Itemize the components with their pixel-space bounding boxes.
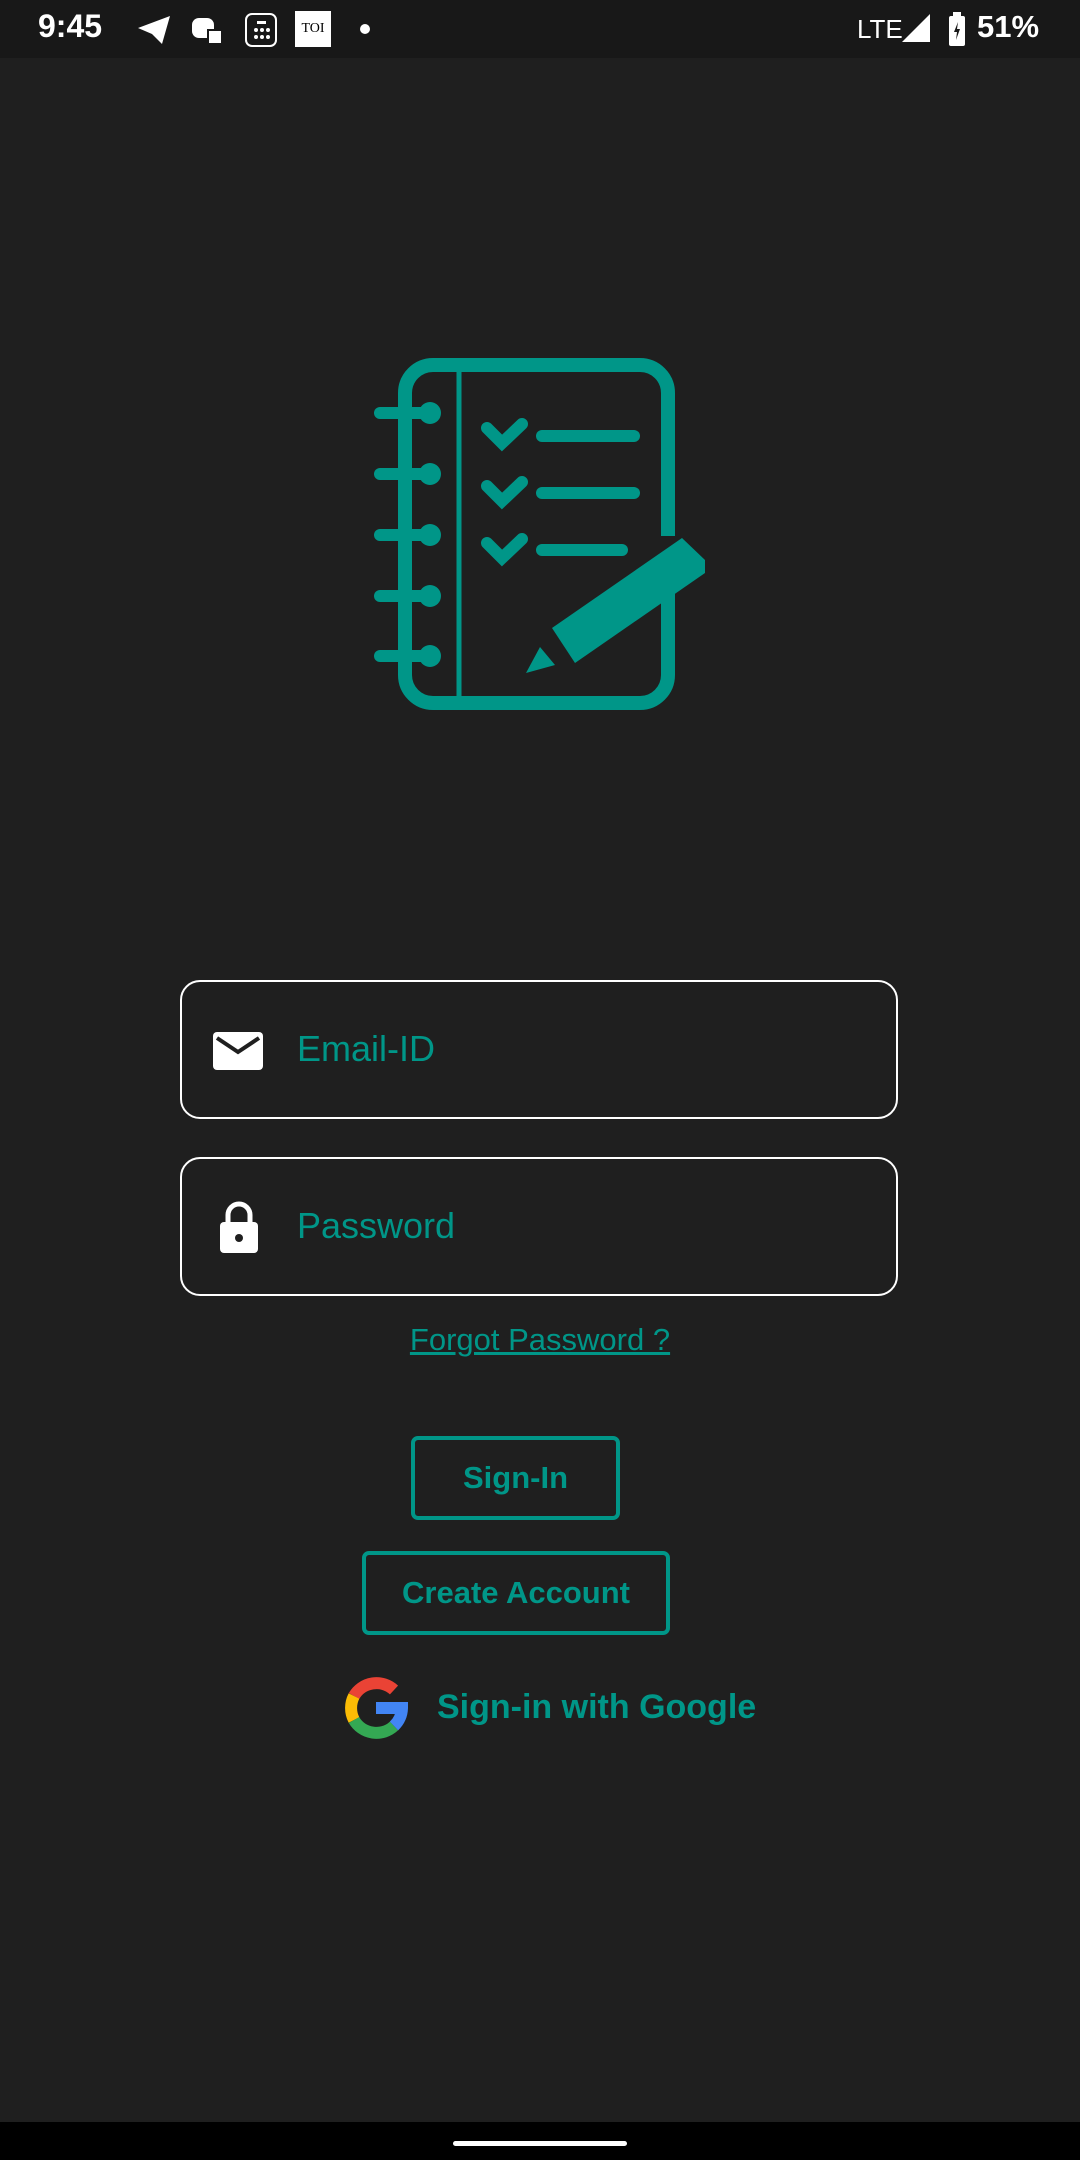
sign-in-button[interactable]: Sign-In [411, 1436, 620, 1520]
email-placeholder: Email-ID [297, 1028, 436, 1069]
mail-icon [213, 1032, 263, 1070]
network-type: LTE [857, 14, 903, 44]
status-bar: 9:45 TOI LTE 51% [0, 0, 1080, 58]
email-input[interactable]: Email-ID [180, 980, 898, 1119]
google-sign-in-label: Sign-in with Google [437, 1688, 757, 1726]
password-input[interactable]: Password [180, 1157, 898, 1296]
password-placeholder: Password [297, 1205, 456, 1246]
create-account-button[interactable]: Create Account [362, 1551, 670, 1635]
google-icon [345, 1677, 408, 1739]
signal-icon [902, 14, 930, 42]
home-indicator[interactable] [453, 2141, 627, 2146]
app-logo-notebook-icon [374, 358, 705, 710]
toi-icon: TOI [295, 11, 331, 47]
google-sign-in-button[interactable]: Sign-in with Google [342, 1674, 762, 1742]
battery-icon [949, 12, 965, 46]
lock-icon [220, 1201, 258, 1253]
discord-icon [192, 18, 223, 45]
clock: 9:45 [38, 8, 103, 44]
calculator-icon [245, 13, 277, 47]
telegram-icon [138, 16, 170, 44]
dot-icon [360, 24, 370, 34]
battery-level: 51% [977, 9, 1040, 44]
forgot-password-link[interactable]: Forgot Password ? [0, 1322, 1080, 1358]
navigation-bar [0, 2122, 1080, 2160]
